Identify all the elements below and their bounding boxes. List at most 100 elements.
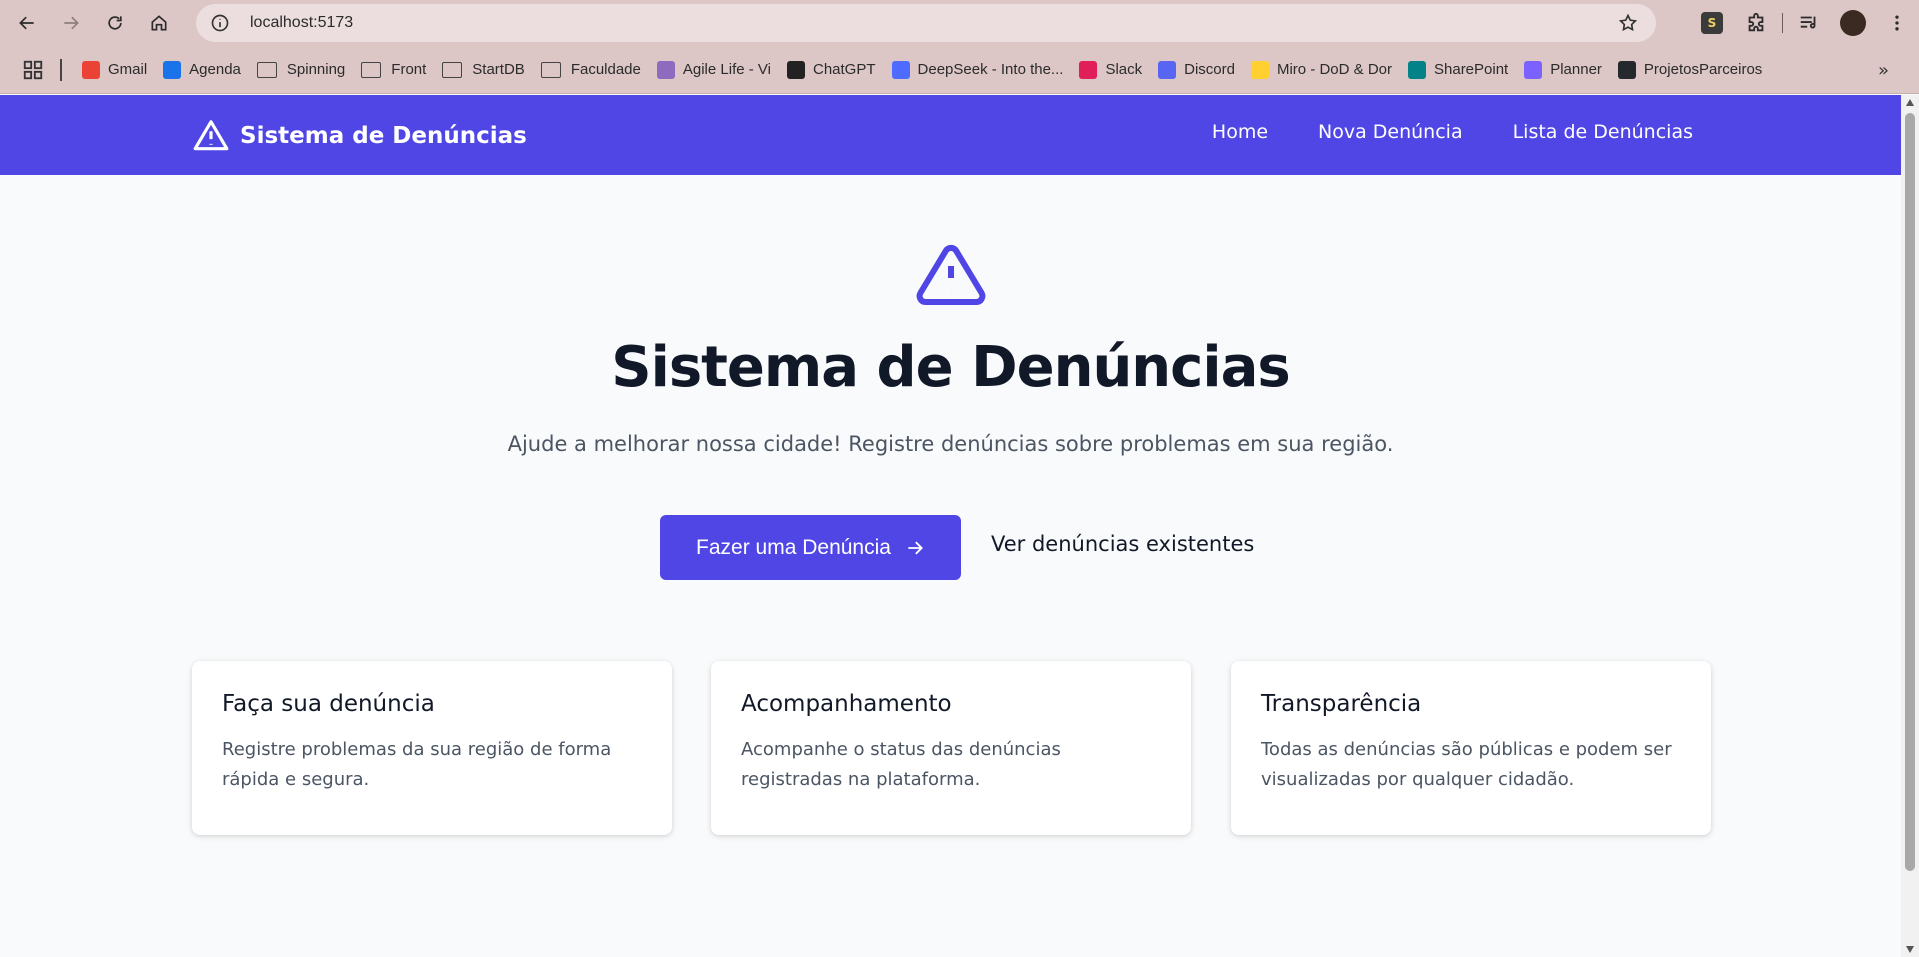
bookmark-item[interactable]: Agenda <box>157 54 251 86</box>
bookmark-label: Faculdade <box>570 61 641 78</box>
nav-link-lista-denuncias[interactable]: Lista de Denúncias <box>1513 121 1693 143</box>
url-text[interactable]: localhost:5173 <box>250 14 353 32</box>
feature-card: Transparência Todas as denúncias são púb… <box>1231 661 1711 835</box>
folder-icon <box>540 61 561 78</box>
arrow-right-icon <box>64 16 79 30</box>
site-navbar: Sistema de Denúncias Home Nova Denúncia … <box>0 95 1901 175</box>
bookmark-item[interactable]: Discord <box>1152 54 1245 86</box>
folder-icon <box>442 61 463 78</box>
hero-subtitle: Ajude a melhorar nossa cidade! Registre … <box>507 432 1394 456</box>
bookmark-item[interactable]: StartDB <box>436 54 535 86</box>
home-icon <box>151 15 167 31</box>
feature-card: Faça sua denúncia Registre problemas da … <box>192 661 672 835</box>
scroll-up-arrow[interactable] <box>1906 99 1914 106</box>
bookmark-label: Miro - DoD & Dor <box>1276 61 1392 78</box>
vertical-scrollbar[interactable] <box>1901 95 1919 957</box>
view-reports-link[interactable]: Ver denúncias existentes <box>991 532 1254 556</box>
github-icon <box>1617 60 1636 79</box>
chatgpt-icon <box>786 60 805 79</box>
bookmark-label: Spinning <box>286 61 346 78</box>
bookmark-label: ProjetosParceiros <box>1643 61 1763 78</box>
folder-icon <box>361 61 382 78</box>
bookmark-label: Agenda <box>189 61 241 78</box>
brand-name: Sistema de Denúncias <box>240 123 527 149</box>
avatar-icon <box>656 60 675 79</box>
browser-toolbar: localhost:5173 S <box>0 0 1919 46</box>
scroll-down-arrow[interactable] <box>1906 946 1914 953</box>
card-title: Faça sua denúncia <box>222 691 435 717</box>
bookmark-label: Discord <box>1184 61 1235 78</box>
warning-triangle-icon <box>193 120 229 151</box>
nav-links: Home Nova Denúncia Lista de Denúncias <box>1162 121 1693 143</box>
bookmark-label: Gmail <box>108 61 148 78</box>
address-bar[interactable]: localhost:5173 <box>196 4 1656 42</box>
make-report-button[interactable]: Fazer uma Denúncia <box>660 515 961 580</box>
slack-icon <box>1079 60 1098 79</box>
bookmark-label: Agile Life - Vi <box>682 61 771 78</box>
puzzle-icon <box>1748 12 1764 32</box>
bookmark-star-icon[interactable] <box>1618 13 1638 33</box>
nav-link-nova-denuncia[interactable]: Nova Denúncia <box>1318 121 1463 143</box>
kebab-menu-icon <box>1895 15 1899 31</box>
bookmark-item[interactable]: Planner <box>1518 54 1612 86</box>
playlist-icon <box>1800 16 1816 29</box>
reload-button[interactable] <box>98 6 132 40</box>
bookmark-item[interactable]: ProjetosParceiros <box>1612 54 1772 86</box>
calendar-icon <box>163 60 182 79</box>
bookmark-item[interactable]: Front <box>355 54 436 86</box>
brand-logo[interactable]: Sistema de Denúncias <box>192 117 527 155</box>
bookmark-item[interactable]: Spinning <box>251 54 355 86</box>
apps-grid-icon[interactable] <box>22 59 44 81</box>
card-text: Todas as denúncias são públicas e podem … <box>1261 739 1672 790</box>
make-report-label: Fazer uma Denúncia <box>696 535 891 559</box>
forward-button[interactable] <box>54 6 88 40</box>
nav-link-home[interactable]: Home <box>1212 121 1268 143</box>
profile-button[interactable] <box>1839 9 1867 37</box>
bookmark-item[interactable]: SharePoint <box>1402 54 1518 86</box>
extensions-button[interactable] <box>1742 9 1770 37</box>
folder-icon <box>256 61 277 78</box>
bookmark-label: SharePoint <box>1434 61 1509 78</box>
bookmark-list: Gmail Agenda Spinning Front StartDB Faculdade… <box>76 54 1772 86</box>
bookmark-item[interactable]: Miro - DoD & Dor <box>1245 54 1402 86</box>
discord-icon <box>1158 60 1177 79</box>
bookmark-item[interactable]: Agile Life - Vi <box>651 54 781 86</box>
bookmark-label: Slack <box>1105 61 1143 78</box>
feature-card: Acompanhamento Acompanhe o status das de… <box>711 661 1191 835</box>
bookmark-item[interactable]: Faculdade <box>535 54 651 86</box>
extension-button[interactable]: S <box>1698 9 1726 37</box>
reload-icon <box>108 16 122 30</box>
bookmark-item[interactable]: Slack <box>1073 54 1152 86</box>
bookmark-label: Planner <box>1550 61 1602 78</box>
page-viewport: Sistema de Denúncias Home Nova Denúncia … <box>0 95 1901 957</box>
card-title: Transparência <box>1261 691 1422 717</box>
bookmark-item[interactable]: ChatGPT <box>781 54 886 86</box>
extension-icon: S <box>1701 12 1723 34</box>
bookmark-item[interactable]: Gmail <box>76 54 157 86</box>
browser-actions: S <box>1690 0 1919 46</box>
bookmark-label: ChatGPT <box>812 61 876 78</box>
bookmark-label: DeepSeek - Into the... <box>917 61 1064 78</box>
deepseek-icon <box>891 60 910 79</box>
card-text: Acompanhe o status das denúncias registr… <box>741 739 1061 790</box>
hero-title: Sistema de Denúncias <box>611 335 1290 400</box>
gmail-icon <box>82 60 100 79</box>
avatar <box>1840 10 1866 36</box>
scrollbar-thumb[interactable] <box>1905 113 1915 871</box>
site-info-icon[interactable] <box>210 13 230 33</box>
miro-icon <box>1250 60 1269 79</box>
arrow-left-icon <box>19 16 34 30</box>
back-button[interactable] <box>10 6 44 40</box>
media-button[interactable] <box>1795 9 1823 37</box>
bookmark-label: StartDB <box>472 61 525 78</box>
bookmarks-bar: Gmail Agenda Spinning Front StartDB Faculdade… <box>0 46 1919 94</box>
home-button[interactable] <box>142 6 176 40</box>
chevron-double-right-icon[interactable]: » <box>1878 60 1889 81</box>
toolbar-divider <box>1782 13 1783 33</box>
arrow-right-icon <box>908 541 923 554</box>
card-text: Registre problemas da sua região de form… <box>222 739 612 790</box>
warning-triangle-icon <box>916 244 986 305</box>
menu-button[interactable] <box>1883 9 1911 37</box>
bookmark-item[interactable]: DeepSeek - Into the... <box>886 54 1074 86</box>
bookmarks-divider <box>60 58 62 81</box>
